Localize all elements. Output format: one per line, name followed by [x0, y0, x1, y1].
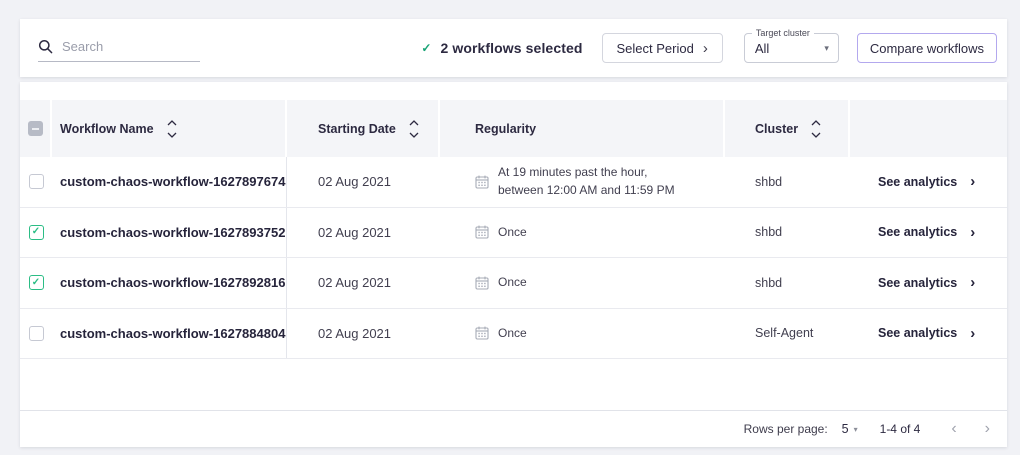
regularity-text: Once: [498, 274, 527, 291]
search-icon: [38, 39, 53, 54]
target-cluster-select[interactable]: Target cluster All ▾: [744, 33, 839, 63]
select-all-checkbox[interactable]: [28, 121, 43, 136]
see-analytics-label: See analytics: [878, 175, 957, 189]
starting-date: 02 Aug 2021: [318, 326, 391, 341]
table-row: ✓ custom-chaos-workflow-1627897674 02 Au…: [20, 157, 1007, 208]
table-header: Workflow Name Starting Date Regularity C…: [20, 100, 1007, 157]
workflows-table-card: Workflow Name Starting Date Regularity C…: [20, 82, 1007, 447]
rows-per-page-label: Rows per page:: [744, 422, 828, 436]
sort-cluster[interactable]: [811, 120, 821, 138]
see-analytics-label: See analytics: [878, 276, 957, 290]
previous-page-button[interactable]: ‹: [947, 419, 960, 439]
table-row: ✓ custom-chaos-workflow-1627884804 02 Au…: [20, 309, 1007, 360]
chevron-right-icon: ›: [970, 326, 975, 341]
target-cluster-label: Target cluster: [752, 28, 814, 38]
sort-starting-date[interactable]: [409, 120, 419, 138]
selected-workflows-summary: ✓ 2 workflows selected: [421, 40, 582, 56]
see-analytics-label: See analytics: [878, 225, 957, 239]
cluster-name: shbd: [755, 225, 782, 239]
chevron-down-icon: [167, 132, 177, 138]
row-checkbox[interactable]: ✓: [29, 326, 44, 341]
chevron-down-icon: [811, 132, 821, 138]
see-analytics-link[interactable]: See analytics ›: [878, 225, 975, 240]
regularity-text: Once: [498, 224, 527, 241]
target-cluster-value: All: [755, 41, 824, 56]
indeterminate-icon: [32, 128, 39, 130]
see-analytics-link[interactable]: See analytics ›: [878, 174, 975, 189]
pagination-bar: Rows per page: 5 ▾ 1-4 of 4 ‹ ›: [20, 410, 1007, 447]
pagination-range: 1-4 of 4: [880, 422, 921, 436]
toolbar: ✓ 2 workflows selected Select Period › T…: [20, 19, 1007, 77]
rows-per-page-select[interactable]: 5 ▾: [842, 422, 858, 436]
row-checkbox[interactable]: ✓: [29, 225, 44, 240]
chevron-right-icon: ›: [703, 41, 708, 56]
regularity-text: Once: [498, 325, 527, 342]
column-header-starting-date: Starting Date: [318, 122, 396, 136]
select-period-label: Select Period: [617, 41, 694, 56]
see-analytics-link[interactable]: See analytics ›: [878, 326, 975, 341]
workflow-name: custom-chaos-workflow-1627892816: [60, 275, 285, 290]
column-header-cluster: Cluster: [755, 122, 798, 136]
workflow-name: custom-chaos-workflow-1627897674: [60, 174, 285, 189]
selected-summary-text: 2 workflows selected: [440, 40, 582, 56]
calendar-icon: [475, 276, 489, 290]
chevron-right-icon: ›: [970, 225, 975, 240]
search-field[interactable]: [38, 39, 200, 62]
rows-per-page-value: 5: [842, 422, 849, 436]
check-icon: ✓: [421, 41, 431, 55]
compare-workflows-label: Compare workflows: [870, 41, 984, 56]
search-input[interactable]: [62, 39, 182, 54]
row-checkbox[interactable]: ✓: [29, 174, 44, 189]
table-row: ✓ custom-chaos-workflow-1627892816 02 Au…: [20, 258, 1007, 309]
workflow-name: custom-chaos-workflow-1627884804: [60, 326, 285, 341]
table-row: ✓ custom-chaos-workflow-1627893752 02 Au…: [20, 208, 1007, 259]
select-period-button[interactable]: Select Period ›: [602, 33, 723, 63]
chevron-down-icon: [409, 132, 419, 138]
column-header-regularity: Regularity: [475, 122, 536, 136]
cluster-name: shbd: [755, 276, 782, 290]
checkbox-check-icon: ✓: [32, 278, 40, 288]
starting-date: 02 Aug 2021: [318, 225, 391, 240]
calendar-icon: [475, 326, 489, 340]
row-checkbox[interactable]: ✓: [29, 275, 44, 290]
column-header-workflow-name: Workflow Name: [60, 122, 154, 136]
checkbox-check-icon: ✓: [32, 227, 40, 237]
caret-down-icon: ▾: [824, 43, 829, 54]
chevron-up-icon: [167, 120, 177, 126]
chevron-up-icon: [409, 120, 419, 126]
calendar-icon: [475, 175, 489, 189]
compare-workflows-button[interactable]: Compare workflows: [857, 33, 997, 63]
cluster-name: Self-Agent: [755, 326, 813, 340]
see-analytics-link[interactable]: See analytics ›: [878, 275, 975, 290]
cluster-name: shbd: [755, 175, 782, 189]
chevron-right-icon: ›: [970, 174, 975, 189]
table-body: ✓ custom-chaos-workflow-1627897674 02 Au…: [20, 157, 1007, 359]
regularity-text: At 19 minutes past the hour, between 12:…: [498, 164, 675, 199]
chevron-up-icon: [811, 120, 821, 126]
caret-down-icon: ▾: [854, 425, 858, 434]
starting-date: 02 Aug 2021: [318, 174, 391, 189]
workflow-name: custom-chaos-workflow-1627893752: [60, 225, 285, 240]
see-analytics-label: See analytics: [878, 326, 957, 340]
calendar-icon: [475, 225, 489, 239]
next-page-button[interactable]: ›: [981, 419, 994, 439]
sort-workflow-name[interactable]: [167, 120, 177, 138]
starting-date: 02 Aug 2021: [318, 275, 391, 290]
chevron-right-icon: ›: [970, 275, 975, 290]
